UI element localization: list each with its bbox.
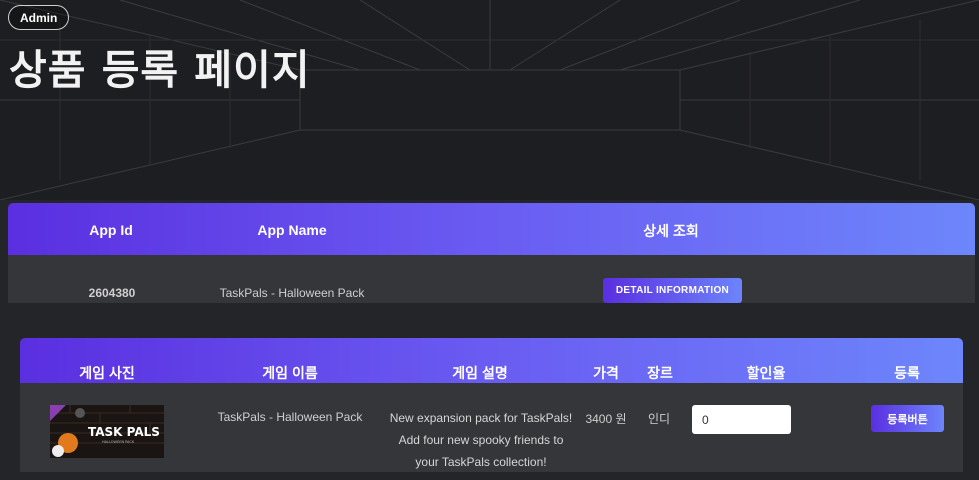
table-row: 2604380 TaskPals - Halloween Pack DETAIL… bbox=[8, 255, 975, 303]
column-header-game-description: 게임 설명 bbox=[452, 365, 508, 381]
thumbnail-title: TASK PALS bbox=[88, 425, 160, 439]
game-description-cell: New expansion pack for TaskPals! Add fou… bbox=[389, 411, 573, 469]
app-id-cell: 2604380 bbox=[88, 286, 136, 300]
column-header-app-id: App Id bbox=[89, 222, 133, 238]
column-header-genre: 장르 bbox=[647, 365, 673, 381]
column-header-game-image: 게임 사진 bbox=[79, 365, 135, 381]
app-table-header: App Id App Name 상세 조회 bbox=[8, 203, 975, 255]
admin-badge[interactable]: Admin bbox=[8, 5, 70, 30]
product-table-header: 게임 사진 게임 이름 게임 설명 가격 장르 할인율 등록 bbox=[20, 338, 963, 383]
thumbnail-subtitle: HALLOWEEN PACK bbox=[102, 440, 135, 444]
app-table: App Id App Name 상세 조회 2604380 TaskPals -… bbox=[8, 203, 975, 303]
page-title: 상품 등록 페이지 bbox=[9, 46, 311, 94]
grid-background bbox=[0, 0, 979, 200]
column-header-register: 등록 bbox=[894, 365, 920, 381]
genre-cell: 인디 bbox=[647, 412, 671, 426]
table-row: TASK PALS HALLOWEEN PACK TaskPals - Hall… bbox=[20, 383, 963, 472]
price-cell: 3400 원 bbox=[585, 412, 627, 426]
column-header-detail: 상세 조회 bbox=[643, 223, 699, 239]
column-header-discount: 할인율 bbox=[746, 365, 786, 381]
discount-rate-input[interactable] bbox=[692, 405, 791, 434]
game-thumbnail-image: TASK PALS HALLOWEEN PACK bbox=[50, 405, 164, 458]
register-button[interactable]: 등록버튼 bbox=[871, 405, 944, 432]
column-header-price: 가격 bbox=[593, 365, 619, 381]
product-table: 게임 사진 게임 이름 게임 설명 가격 장르 할인율 등록 TASK PALS bbox=[20, 338, 963, 472]
column-header-app-name: App Name bbox=[257, 222, 327, 238]
detail-information-button[interactable]: DETAIL INFORMATION bbox=[603, 278, 742, 303]
app-name-cell: TaskPals - Halloween Pack bbox=[219, 286, 365, 300]
game-name-cell: TaskPals - Halloween Pack bbox=[217, 410, 363, 424]
column-header-game-name: 게임 이름 bbox=[262, 365, 318, 381]
